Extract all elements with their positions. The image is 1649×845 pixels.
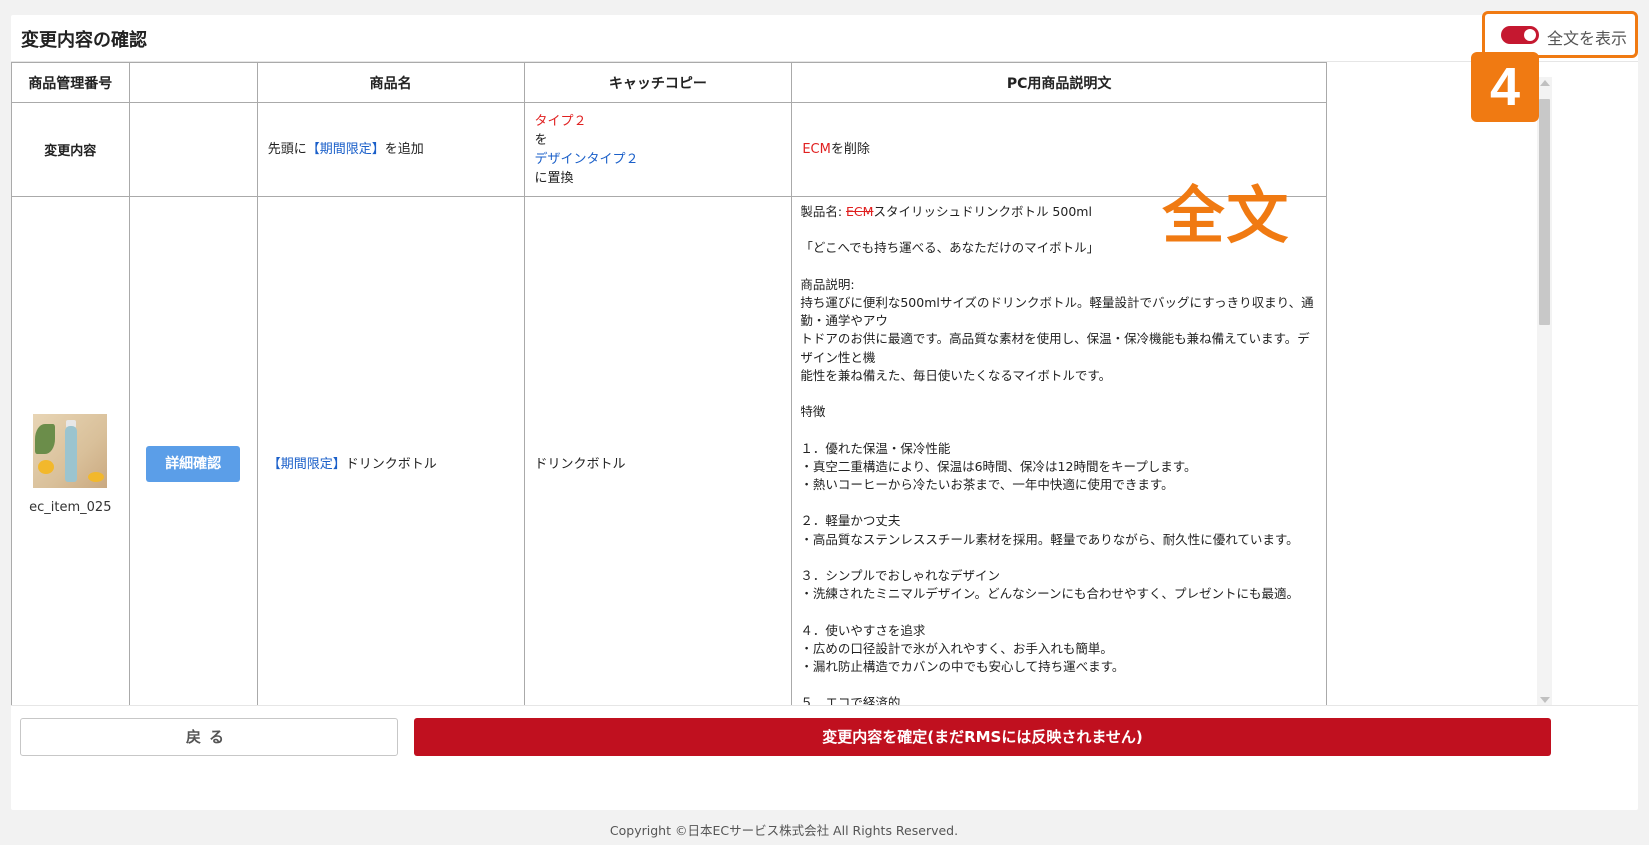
col-header-catch-copy: キャッチコピー bbox=[523, 62, 793, 103]
desc-line: ３．シンプルでおしゃれなデザイン bbox=[800, 568, 1000, 584]
change-summary-row: 変更内容 先頭に【期間限定】を追加 タイプ２ を デザインタイプ２ に置換 EC… bbox=[11, 102, 1327, 197]
catch-from: タイプ２ bbox=[534, 113, 587, 129]
vertical-scrollbar[interactable] bbox=[1537, 77, 1552, 707]
table-header-row: 商品管理番号 商品名 キャッチコピー PC用商品説明文 bbox=[11, 62, 1327, 103]
change-name-suffix: を追加 bbox=[384, 142, 424, 157]
desc-line: ４．使いやすさを追求 bbox=[800, 622, 926, 638]
desc-line: ・熱いコーヒーから冷たいお茶まで、一年中快適に使用できます。 bbox=[800, 477, 1174, 493]
confirm-changes-button[interactable]: 変更内容を確定(まだRMSには反映されません) bbox=[414, 718, 1551, 756]
desc-line: ・真空二重構造により、保温は6時間、保冷は12時間をキープします。 bbox=[800, 458, 1197, 474]
page-title: 変更内容の確認 bbox=[21, 30, 147, 51]
show-fulltext-toggle[interactable] bbox=[1501, 26, 1539, 44]
desc-line bbox=[800, 385, 1318, 403]
desc-line: ２．軽量かつ丈夫 bbox=[800, 513, 901, 529]
change-label: 変更内容 bbox=[11, 102, 130, 197]
scroll-up-arrow-icon[interactable] bbox=[1540, 80, 1550, 86]
confirm-card: 変更内容の確認 全文を表示 商品管理番号 商品名 キャッチコピー PC用商品説明… bbox=[11, 11, 1638, 810]
change-name-cell: 先頭に【期間限定】を追加 bbox=[256, 102, 525, 197]
col-header-product-name: 商品名 bbox=[256, 62, 525, 103]
desc-line bbox=[800, 494, 1318, 512]
desc-product-prefix: 製品名: bbox=[800, 204, 847, 219]
desc-line bbox=[800, 258, 1318, 276]
desc-product-rest: スタイリッシュドリンクボトル 500ml bbox=[873, 204, 1092, 219]
desc-removed-word: ECM bbox=[802, 142, 831, 157]
desc-line bbox=[800, 676, 1318, 694]
desc-line: 商品説明: bbox=[800, 276, 855, 292]
scroll-down-arrow-icon[interactable] bbox=[1540, 697, 1550, 703]
desc-line: １．優れた保温・保冷性能 bbox=[800, 440, 951, 456]
footer-actions: 戻る 変更内容を確定(まだRMSには反映されません) bbox=[11, 705, 1638, 775]
scroll-thumb[interactable] bbox=[1539, 99, 1550, 325]
name-highlight: 【期間限定】 bbox=[267, 456, 346, 472]
changes-table-area: 商品管理番号 商品名 キャッチコピー PC用商品説明文 変更内容 先頭に【期間限… bbox=[11, 62, 1615, 739]
card-header: 変更内容の確認 全文を表示 bbox=[11, 11, 1638, 62]
desc-line: ・漏れ防止構造でカバンの中でも安心して持ち運べます。 bbox=[800, 659, 1125, 675]
action-cell: 詳細確認 bbox=[128, 196, 258, 732]
lemon bbox=[38, 459, 55, 474]
changes-table: 商品管理番号 商品名 キャッチコピー PC用商品説明文 変更内容 先頭に【期間限… bbox=[11, 62, 1327, 732]
detail-check-button[interactable]: 詳細確認 bbox=[146, 446, 241, 482]
lemon-slice bbox=[88, 471, 105, 482]
name-rest: ドリンクボトル bbox=[345, 456, 437, 472]
copyright: Copyright ©日本ECサービス株式会社 All Rights Reser… bbox=[609, 823, 959, 838]
desc-change-suffix: を削除 bbox=[830, 142, 870, 157]
col-header-item-id: 商品管理番号 bbox=[11, 62, 130, 103]
fulltext-overlay-label: 全文 bbox=[1162, 179, 1291, 252]
back-button[interactable]: 戻る bbox=[20, 718, 398, 756]
catch-to: デザインタイプ２ bbox=[534, 151, 639, 167]
change-catch-cell: タイプ２ を デザインタイプ２ に置換 bbox=[523, 102, 793, 197]
desc-removed-ecm: ECM bbox=[846, 204, 874, 219]
col-header-action bbox=[128, 62, 258, 103]
table-row: ec_item_025 詳細確認 【期間限定】ドリンクボトル ドリンクボトル 製… bbox=[11, 179, 1327, 732]
show-fulltext-toggle-area: 全文を表示 bbox=[1482, 11, 1638, 58]
desc-line bbox=[800, 603, 1318, 621]
pc-description-cell: 製品名: ECMスタイリッシュドリンクボトル 500ml 「どこへでも持ち運べる… bbox=[791, 179, 1327, 732]
desc-line: 能性を兼ね備えた、毎日使いたくなるマイボトルです。 bbox=[800, 367, 1112, 383]
desc-line bbox=[800, 549, 1318, 567]
desc-line: ・洗練されたミニマルデザイン。どんなシーンにも合わせやすく、プレゼントにも最適。 bbox=[800, 586, 1299, 602]
product-thumbnail bbox=[33, 413, 108, 488]
catch-connector: を bbox=[534, 132, 548, 148]
change-name-prefix: 先頭に bbox=[267, 142, 307, 157]
bottle bbox=[65, 425, 78, 482]
change-name-highlight: 【期間限定】 bbox=[306, 142, 385, 157]
change-empty-cell bbox=[128, 102, 258, 197]
leaf-decoration bbox=[35, 423, 56, 454]
item-id: ec_item_025 bbox=[29, 499, 112, 515]
desc-line: ・高品質なステンレススチール素材を採用。軽量でありながら、耐久性に優れています。 bbox=[800, 531, 1299, 547]
toggle-label: 全文を表示 bbox=[1547, 29, 1628, 48]
catch-suffix: に置換 bbox=[534, 170, 574, 186]
desc-line bbox=[800, 421, 1318, 439]
desc-line: ・広めの口径設計で氷が入れやすく、お手入れも簡単。 bbox=[800, 640, 1113, 656]
product-name-cell: 【期間限定】ドリンクボトル bbox=[256, 196, 525, 732]
col-header-pc-description: PC用商品説明文 bbox=[791, 62, 1327, 103]
desc-line: トドアのお供に最適です。高品質な素材を使用し、保温・保冷機能も兼ね備えています。… bbox=[800, 331, 1310, 365]
step-number-badge: 4 bbox=[1471, 52, 1539, 122]
desc-body: 「どこへでも持ち運べる、あなただけのマイボトル」 商品説明: 持ち運びに便利な50… bbox=[800, 221, 1318, 731]
desc-line: 特徴 bbox=[800, 404, 826, 420]
catch-copy-cell: ドリンクボトル bbox=[523, 196, 793, 732]
desc-line: 持ち運びに便利な500mlサイズのドリンクボトル。軽量設計でバッグにすっきり収ま… bbox=[800, 295, 1314, 329]
toggle-knob bbox=[1524, 29, 1536, 41]
item-id-cell: ec_item_025 bbox=[11, 196, 130, 732]
